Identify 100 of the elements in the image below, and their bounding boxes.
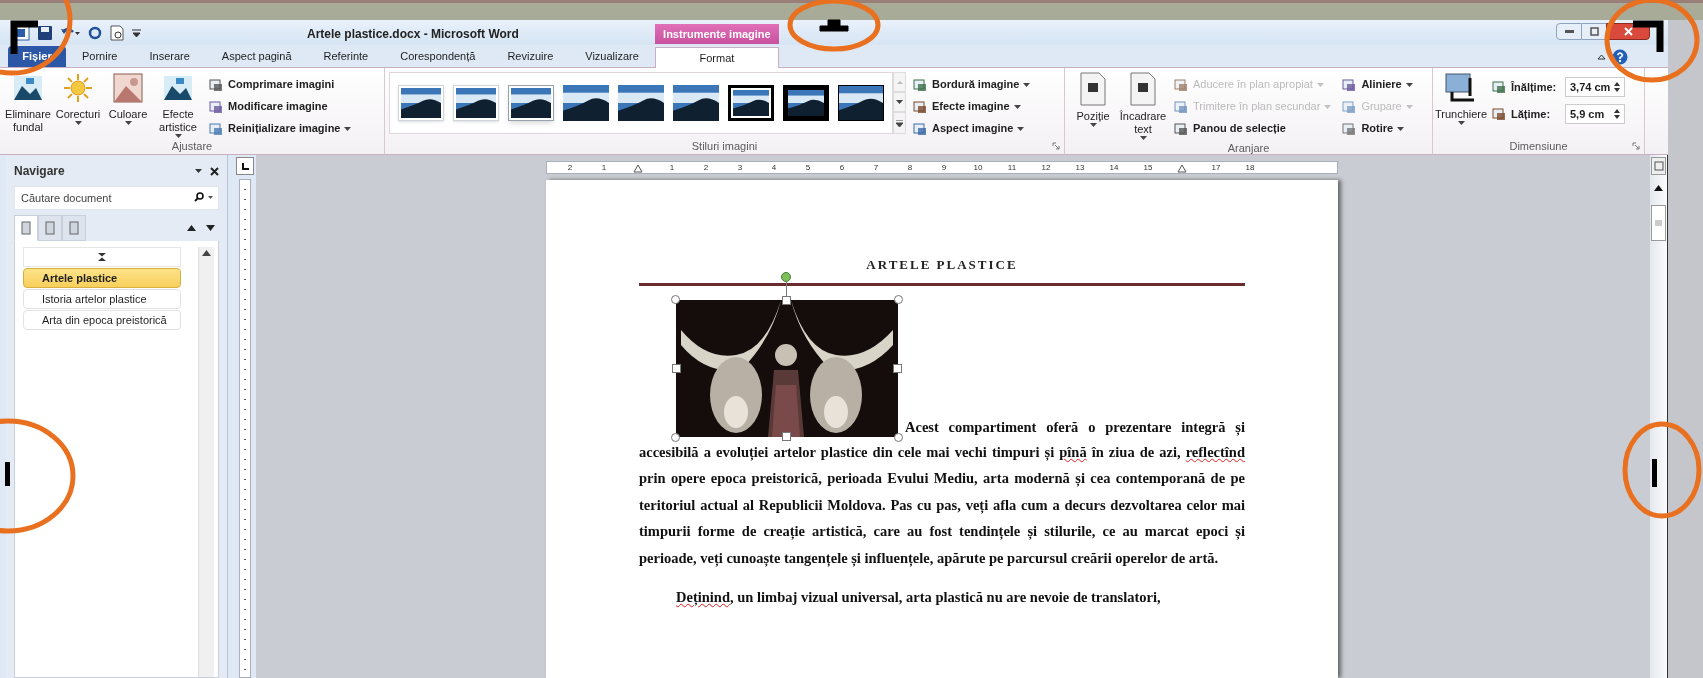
picture-style-thumbnail[interactable]	[838, 85, 884, 121]
dialog-launcher-icon[interactable]	[1632, 142, 1640, 150]
resize-handle[interactable]	[782, 295, 791, 305]
caret-icon	[1405, 104, 1413, 109]
ribbon-tab[interactable]: Format	[654, 47, 779, 68]
picture-style-thumbnail[interactable]	[563, 85, 609, 121]
ribbon-tab[interactable]: Corespondență	[384, 46, 492, 67]
ruler-number: 6	[838, 161, 846, 174]
save-icon[interactable]	[38, 25, 52, 40]
customize-toolbar-icon[interactable]	[132, 27, 141, 38]
heading-item[interactable]: Istoria artelor plastice	[23, 289, 181, 309]
ribbon-button[interactable]: Comprimare imagini	[208, 75, 352, 94]
ruler-number: 2	[566, 161, 574, 174]
ribbon-tab[interactable]: Referinte	[307, 46, 385, 67]
ribbon-button[interactable]: Reinițializare imagine	[208, 119, 352, 138]
ribbon-button[interactable]: Aliniere	[1341, 75, 1413, 94]
scrollbar[interactable]	[198, 247, 214, 677]
picture-style-thumbnail[interactable]	[618, 85, 664, 121]
dialog-launcher-icon[interactable]	[1052, 142, 1060, 150]
up-arrow-icon[interactable]	[187, 225, 196, 231]
help-icon[interactable]	[1612, 49, 1628, 65]
ribbon-large-button[interactable]: Poziție	[1069, 72, 1117, 127]
indent-marker-icon[interactable]	[633, 162, 643, 173]
indent-marker-icon[interactable]	[1177, 162, 1187, 173]
expand-icon	[896, 119, 903, 127]
spin-field[interactable]: 5,9 cm	[1565, 104, 1625, 124]
ribbon-tab[interactable]: Revizuire	[491, 46, 570, 67]
ribbon-button[interactable]: Aspect imagine	[912, 119, 1031, 138]
search-field[interactable]: Căutare document	[14, 186, 219, 210]
picture-style-thumbnail[interactable]	[508, 85, 554, 121]
scroll-thumb[interactable]	[1651, 205, 1666, 241]
tool-icon	[1173, 120, 1189, 137]
page-icon	[1129, 72, 1157, 106]
rotation-handle[interactable]	[781, 271, 791, 282]
tool-icon	[912, 98, 928, 115]
ribbon-large-button[interactable]: Culoare	[104, 72, 152, 125]
picture-style-thumbnail[interactable]	[783, 85, 829, 121]
resize-handle[interactable]	[894, 294, 903, 304]
caret-icon	[1017, 126, 1025, 131]
ribbon-button[interactable]: Panou de selecție	[1173, 119, 1332, 138]
minimize-button[interactable]	[1556, 23, 1582, 40]
tool-icon	[912, 76, 928, 93]
resize-handle[interactable]	[782, 431, 791, 441]
resize-handle[interactable]	[671, 432, 680, 442]
ribbon-large-button[interactable]: Eliminare fundal	[4, 72, 52, 134]
redo-icon[interactable]	[88, 25, 102, 40]
close-icon[interactable]	[210, 166, 219, 176]
tab-selector-button[interactable]	[236, 157, 254, 175]
spin-field[interactable]: 3,74 cm	[1565, 77, 1625, 97]
view-tab[interactable]	[14, 215, 38, 241]
ruler-number: 7	[872, 161, 880, 174]
ribbon-large-button[interactable]: Efecte artistice	[154, 72, 202, 138]
ruler-number: 4	[770, 161, 778, 174]
more-styles-button[interactable]	[893, 112, 906, 134]
ribbon-button[interactable]: Bordură imagine	[912, 75, 1031, 94]
snap-marker	[819, 19, 849, 32]
contextual-tab-label: Instrumente imagine	[654, 24, 779, 44]
heading-item[interactable]: Arta din epoca preistorică	[23, 310, 181, 330]
ruler-number: 15	[1142, 161, 1154, 174]
spinner-icon	[1614, 81, 1620, 93]
ribbon-tab[interactable]: Inserare	[133, 46, 206, 67]
ruler-number: 12	[1040, 161, 1052, 174]
maximize-button[interactable]	[1582, 23, 1606, 40]
up-arrow-icon[interactable]	[1654, 185, 1663, 191]
print-preview-icon[interactable]	[110, 24, 124, 41]
ribbon-button[interactable]: Efecte imagine	[912, 97, 1031, 116]
collapse-icon	[98, 253, 106, 261]
ribbon-large-button[interactable]: Trunchiere	[1437, 72, 1485, 125]
ruler-number: 17	[1210, 161, 1222, 174]
collapse-ribbon-icon[interactable]	[1597, 54, 1606, 60]
picture-style-thumbnail[interactable]	[673, 85, 719, 121]
ruler-number: 9	[940, 161, 948, 174]
ribbon-tab[interactable]: Aspect pagină	[205, 46, 308, 67]
caret-icon	[1457, 121, 1465, 125]
ribbon-large-button[interactable]: Încadrare text	[1119, 72, 1167, 140]
snap-marker	[1633, 20, 1664, 52]
resize-handle[interactable]	[671, 294, 680, 304]
group-label: Aranjare	[1227, 140, 1270, 156]
ribbon-large-button[interactable]: Corecturi	[54, 72, 102, 125]
landscape-icon	[112, 72, 144, 104]
scroll-down-button[interactable]	[893, 92, 906, 112]
tool-icon	[208, 98, 224, 115]
minimize-icon	[1564, 30, 1574, 33]
ruler-toggle-icon	[1653, 161, 1664, 171]
picture-style-thumbnail[interactable]	[728, 85, 774, 121]
resize-handle[interactable]	[894, 432, 903, 442]
up-arrow-icon[interactable]	[202, 250, 211, 256]
ribbon-button[interactable]: Rotire	[1341, 119, 1413, 138]
ruler-number: 1	[668, 161, 676, 174]
resize-handle[interactable]	[893, 363, 902, 373]
resize-handle[interactable]	[672, 363, 681, 373]
down-arrow-icon[interactable]	[206, 225, 215, 231]
caret-icon	[1023, 82, 1031, 87]
ribbon-button[interactable]: Modificare imagine	[208, 97, 352, 116]
ribbon-tab[interactable]: Pornire	[66, 46, 134, 67]
heading-item[interactable]: Artele plastice	[23, 268, 181, 288]
ribbon-tab[interactable]: Vizualizare	[569, 46, 655, 67]
vertical-scrollbar[interactable]	[1650, 155, 1668, 678]
caret-icon	[1139, 136, 1147, 140]
caret-icon	[195, 169, 202, 173]
